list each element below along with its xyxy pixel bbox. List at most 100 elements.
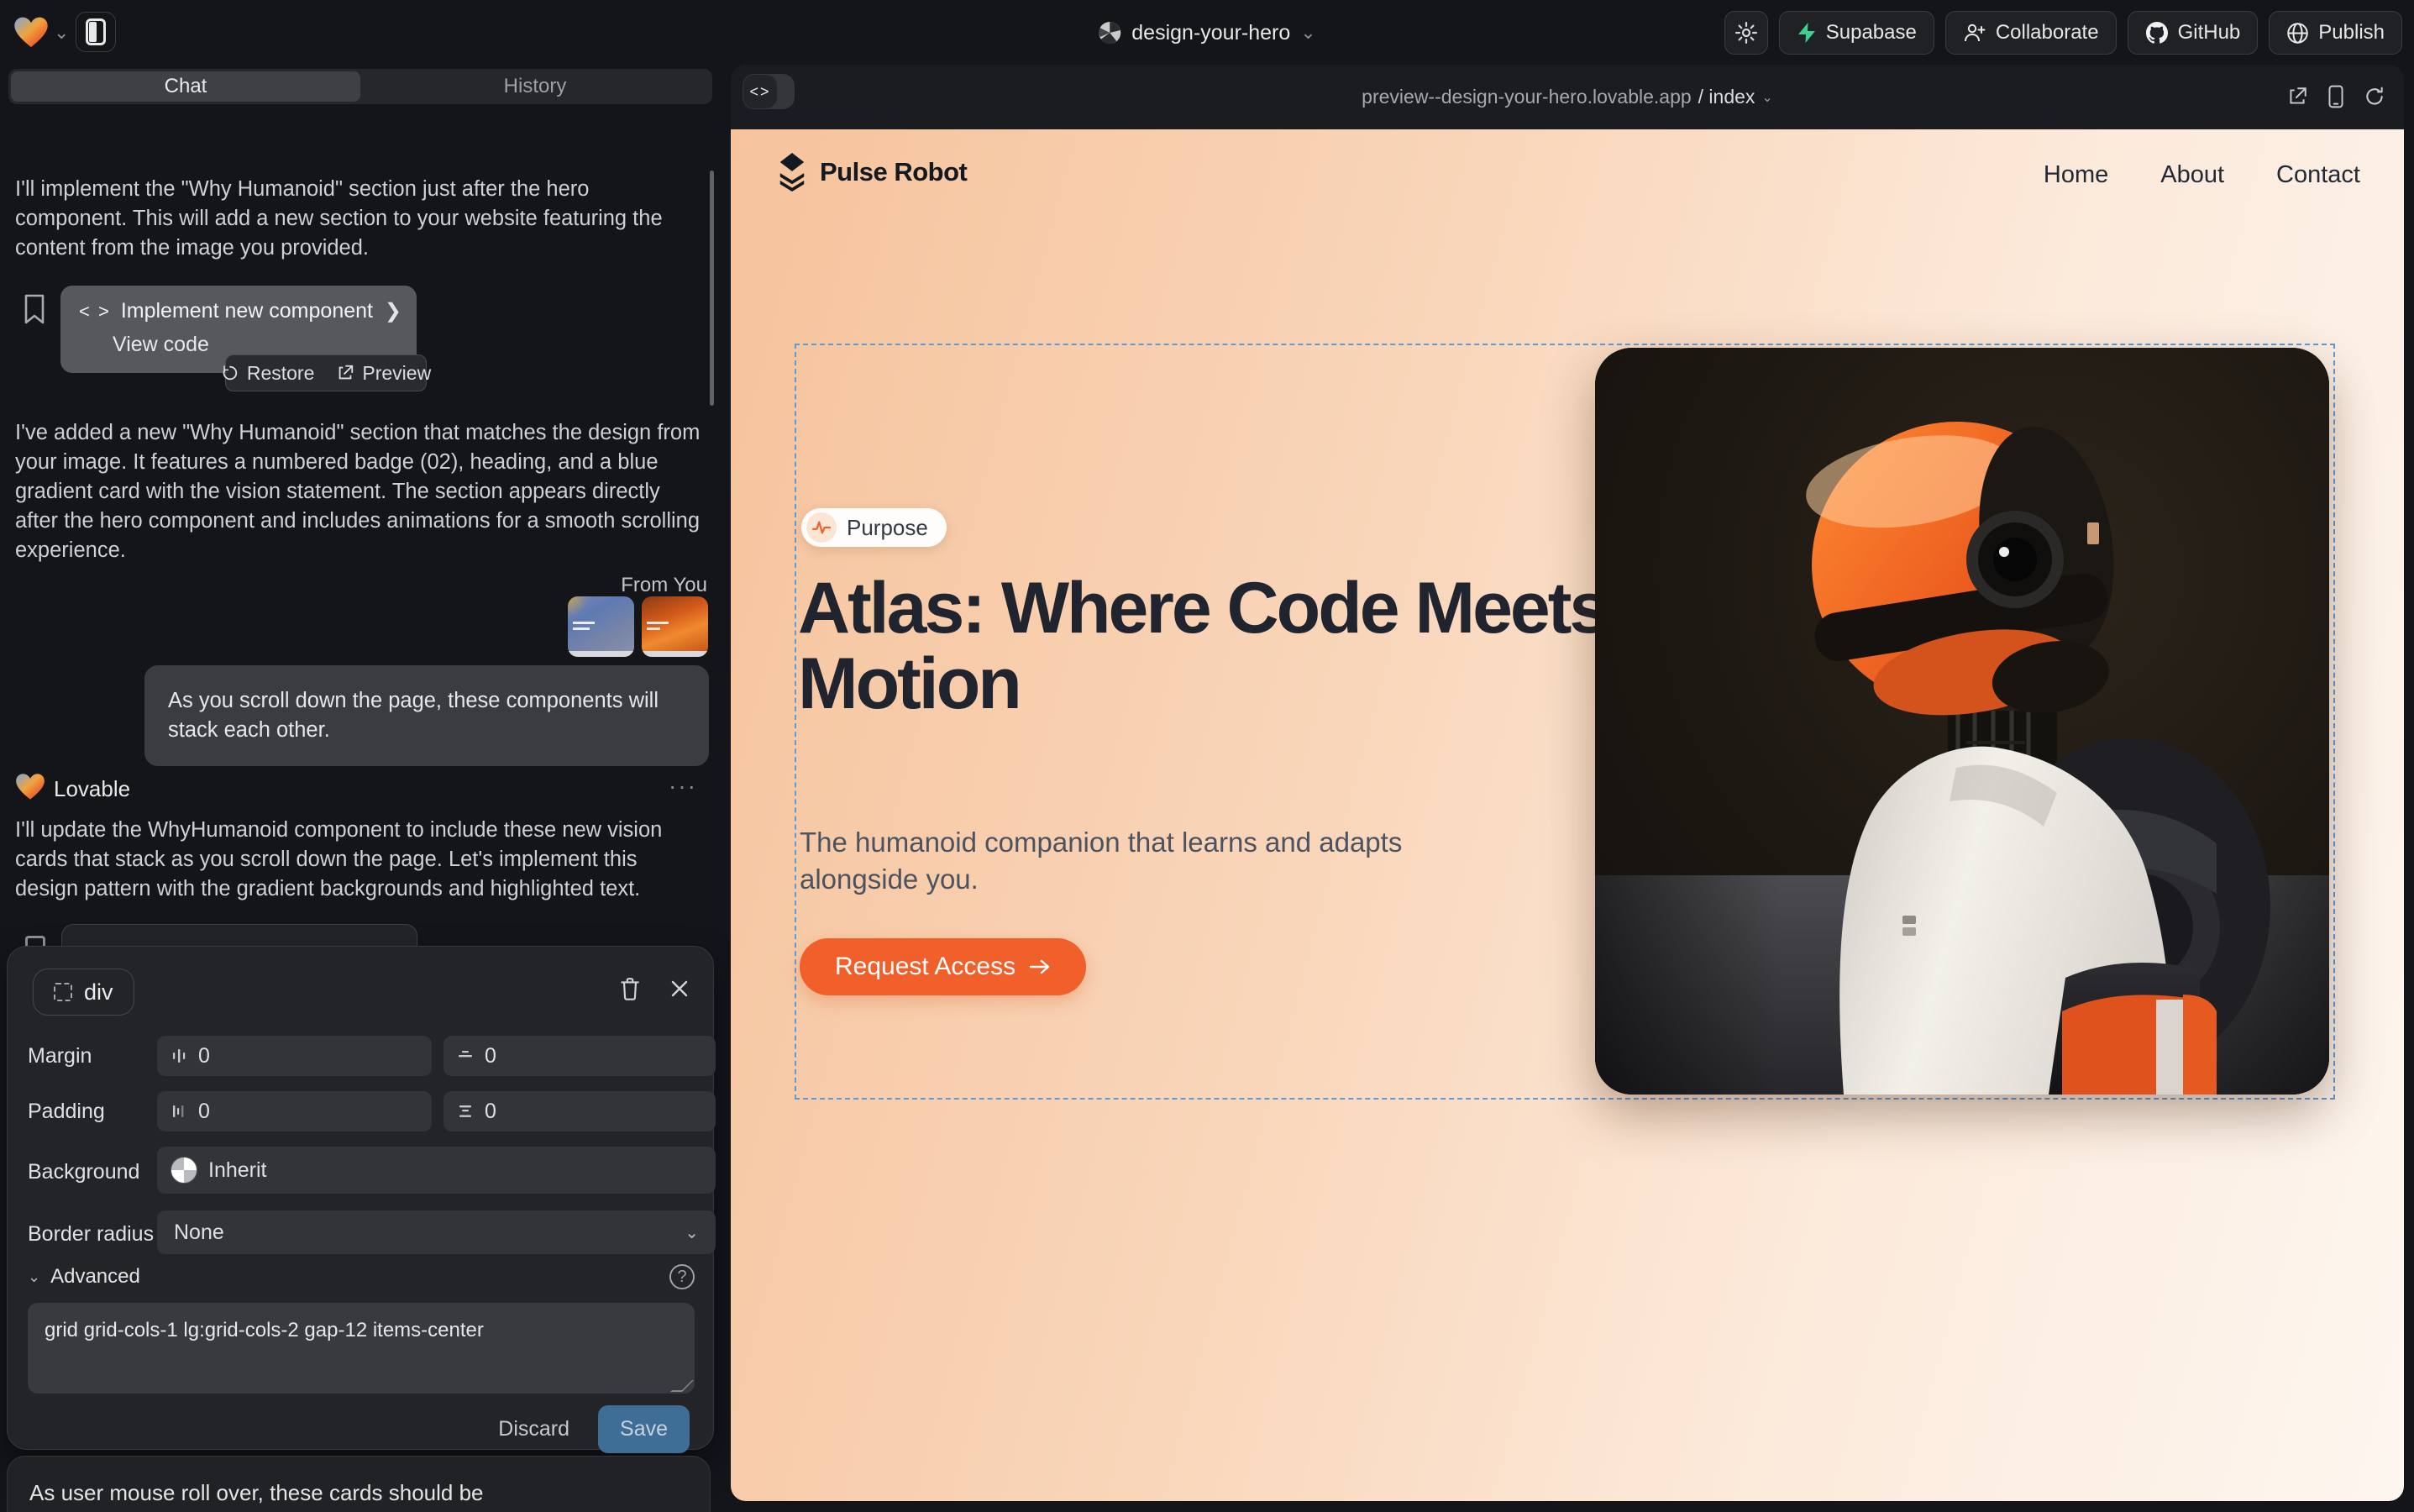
chat-panel: Chat History I'll implement the "Why Hum… [0, 66, 716, 1512]
sidebar-toggle-button[interactable] [76, 12, 116, 52]
project-favicon-icon [1098, 21, 1121, 45]
preview-panel: <> preview--design-your-hero.lovable.app… [731, 65, 2404, 1501]
padding-label: Padding [28, 1100, 105, 1124]
gear-icon [1734, 20, 1759, 45]
lovable-heart-icon [13, 16, 49, 50]
close-inspector-button[interactable] [669, 979, 690, 999]
border-radius-select[interactable]: None ⌄ [157, 1210, 716, 1254]
supabase-icon [1797, 22, 1817, 44]
assistant-message-1: I'll implement the "Why Humanoid" sectio… [15, 175, 702, 263]
pulse-icon [812, 520, 831, 535]
nav-link-about[interactable]: About [2160, 161, 2224, 189]
padding-y-value: 0 [485, 1100, 496, 1124]
from-you-label: From You [621, 574, 707, 597]
attachment-thumbnail-orange[interactable] [642, 596, 708, 657]
padding-x-input[interactable]: 0 [157, 1091, 432, 1131]
assistant-message-2: I've added a new "Why Humanoid" section … [15, 418, 702, 565]
publish-button[interactable]: Publish [2269, 11, 2402, 55]
site-navbar: Pulse Robot Home About Contact [731, 129, 2404, 222]
delete-element-button[interactable] [619, 977, 641, 1000]
external-link-icon [336, 364, 354, 382]
supabase-button[interactable]: Supabase [1779, 11, 1934, 55]
project-selector[interactable]: design-your-hero ⌄ [1098, 0, 1315, 66]
code-icon: < > [79, 301, 111, 323]
publish-label: Publish [2318, 21, 2385, 45]
tab-history[interactable]: History [360, 71, 710, 102]
code-view-toggle[interactable]: <> [743, 74, 795, 109]
chat-composer[interactable]: As user mouse roll over, these cards sho… [7, 1456, 711, 1512]
restore-label: Restore [247, 362, 315, 385]
preview-top-bar: <> preview--design-your-hero.lovable.app… [731, 65, 2404, 129]
nav-link-home[interactable]: Home [2044, 161, 2108, 189]
background-input[interactable]: Inherit [157, 1147, 716, 1194]
settings-button[interactable] [1724, 11, 1768, 55]
top-bar-actions: Supabase Collaborate GitHub [1724, 11, 2402, 55]
chat-history-tabs: Chat History [8, 69, 712, 104]
purpose-badge-label: Purpose [847, 515, 928, 541]
site-nav-links: Home About Contact [2044, 161, 2360, 189]
padding-x-value: 0 [198, 1100, 210, 1124]
tab-chat[interactable]: Chat [11, 71, 360, 102]
globe-icon [2286, 22, 2309, 45]
hero-subtitle: The humanoid companion that learns and a… [800, 824, 1421, 898]
margin-horizontal-icon [171, 1047, 187, 1064]
nav-link-contact[interactable]: Contact [2276, 161, 2360, 189]
github-label: GitHub [2178, 21, 2241, 45]
mobile-view-button[interactable] [2327, 85, 2345, 108]
margin-x-input[interactable]: 0 [157, 1036, 432, 1076]
chevron-down-icon: ⌄ [54, 22, 69, 44]
hero-robot-image [1595, 348, 2329, 1095]
attachment-thumbnail-blue[interactable] [568, 596, 634, 657]
arrow-right-icon [1029, 958, 1051, 976]
site-brand[interactable]: Pulse Robot [776, 153, 967, 192]
sidebar-icon [86, 18, 106, 45]
code-icon: <> [743, 75, 777, 108]
element-tag: div [84, 979, 113, 1005]
padding-vertical-icon [457, 1103, 474, 1120]
padding-y-input[interactable]: 0 [443, 1091, 716, 1131]
element-outline-icon [54, 983, 72, 1001]
tailwind-classes-textarea[interactable]: grid grid-cols-1 lg:grid-cols-2 gap-12 i… [28, 1303, 695, 1394]
collaborate-button[interactable]: Collaborate [1945, 11, 2117, 55]
bookmark-icon[interactable] [24, 294, 45, 324]
view-code-link[interactable]: View code [113, 333, 209, 357]
lovable-app-window: ⌄ design-your-hero ⌄ [0, 0, 2414, 1512]
more-options-button[interactable]: ··· [669, 773, 697, 800]
margin-y-input[interactable]: 0 [443, 1036, 716, 1076]
margin-y-value: 0 [485, 1044, 496, 1068]
lovable-heart-icon [15, 773, 45, 801]
request-access-button[interactable]: Request Access [800, 938, 1086, 995]
top-bar: ⌄ design-your-hero ⌄ [0, 0, 2414, 66]
assistant-message-3: I'll update the WhyHumanoid component to… [15, 816, 702, 904]
chat-scrollbar[interactable] [710, 171, 714, 406]
advanced-section-header[interactable]: ⌄ Advanced ? [28, 1264, 695, 1289]
advanced-label: Advanced [50, 1265, 140, 1289]
preview-url-bar[interactable]: preview--design-your-hero.lovable.app / … [1362, 65, 1773, 129]
version-toolbar: Restore Preview [225, 354, 427, 391]
composer-input[interactable]: As user mouse roll over, these cards sho… [29, 1480, 685, 1506]
background-label: Background [28, 1160, 139, 1184]
restore-button[interactable]: Restore [221, 362, 315, 385]
chevron-right-icon: ❯ [385, 299, 401, 323]
discard-button[interactable]: Discard [498, 1417, 569, 1441]
user-message-bubble: As you scroll down the page, these compo… [144, 665, 709, 766]
site-brand-name: Pulse Robot [820, 157, 967, 187]
border-radius-value: None [174, 1221, 224, 1245]
pulse-robot-logo-icon [776, 153, 808, 192]
help-icon[interactable]: ? [669, 1264, 695, 1289]
project-name: design-your-hero [1131, 21, 1290, 45]
padding-horizontal-icon [171, 1103, 187, 1120]
open-in-new-tab-button[interactable] [2286, 86, 2308, 108]
lovable-logo-menu[interactable]: ⌄ [13, 13, 72, 52]
selected-element-chip[interactable]: div [33, 969, 134, 1016]
assistant-name: Lovable [54, 776, 130, 802]
github-button[interactable]: GitHub [2128, 11, 2259, 55]
preview-url-path: / index [1698, 86, 1755, 108]
chevron-down-icon: ⌄ [685, 1222, 699, 1243]
preview-label: Preview [362, 362, 431, 385]
refresh-button[interactable] [2364, 86, 2385, 108]
margin-label: Margin [28, 1044, 92, 1068]
preview-button[interactable]: Preview [336, 362, 431, 385]
save-button[interactable]: Save [598, 1405, 690, 1453]
margin-x-value: 0 [198, 1044, 210, 1068]
